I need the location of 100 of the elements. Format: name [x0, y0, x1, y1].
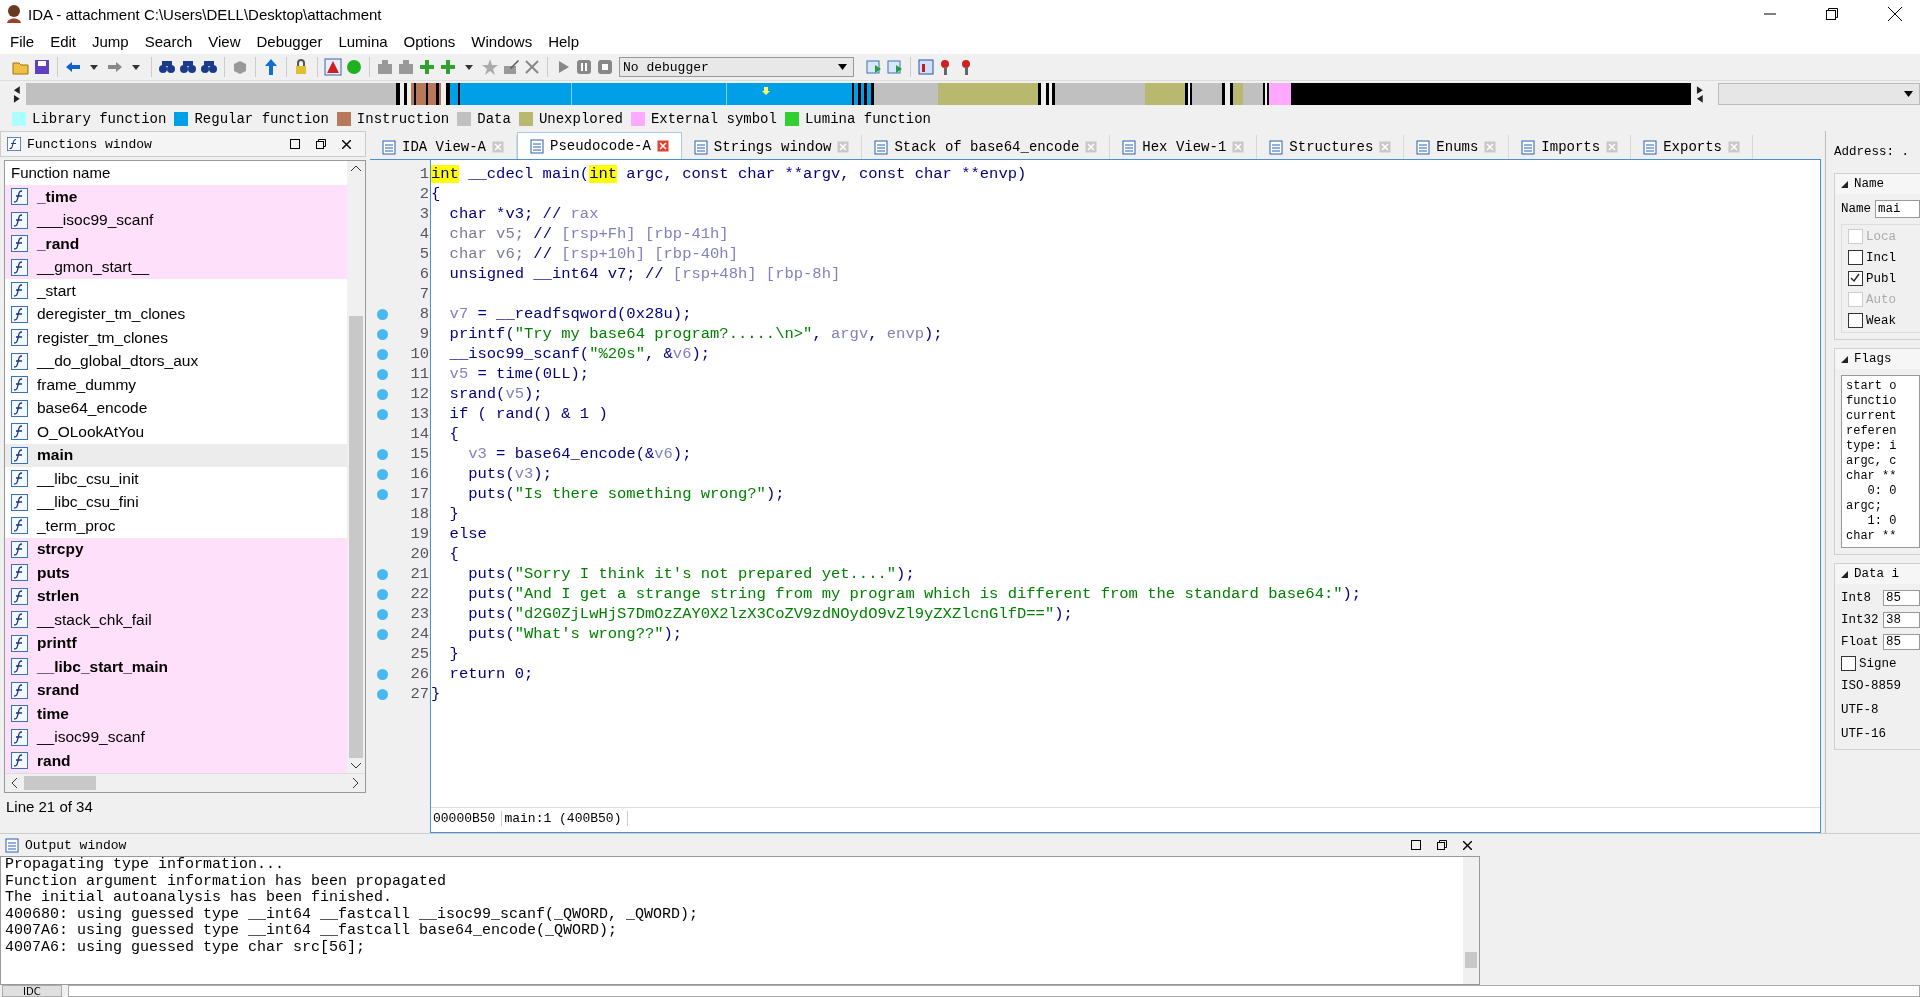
function-row[interactable]: _time	[5, 185, 347, 209]
breakpoint-dot[interactable]	[376, 348, 388, 360]
tab[interactable]: Pseudocode-A	[517, 132, 682, 159]
breakpoint-dot[interactable]	[376, 608, 388, 620]
function-row[interactable]: __stack_chk_fail	[5, 608, 347, 632]
scroll-right-icon[interactable]	[352, 778, 359, 788]
breakpoint-dot[interactable]	[376, 408, 388, 420]
breakpoint-dot[interactable]	[376, 568, 388, 580]
function-row[interactable]: time	[5, 702, 347, 726]
menu-item[interactable]: Edit	[42, 30, 85, 52]
menu-item[interactable]: Debugger	[248, 30, 331, 52]
function-row[interactable]: __do_global_dtors_aux	[5, 349, 347, 373]
collapse-icon[interactable]	[1841, 180, 1848, 188]
function-row[interactable]: __isoc99_scanf	[5, 725, 347, 749]
save-icon[interactable]	[33, 58, 51, 76]
scroll-down-icon[interactable]	[351, 762, 361, 769]
menu-item[interactable]: Jump	[84, 30, 137, 52]
navigation-band-drawing[interactable]	[25, 83, 1691, 105]
close-icon[interactable]	[1463, 840, 1472, 850]
close-icon[interactable]	[342, 139, 351, 149]
scrollbar-thumb[interactable]	[1465, 952, 1477, 968]
scroll-arrows-icon[interactable]	[12, 84, 22, 104]
function-row[interactable]: deregister_tm_clones	[5, 302, 347, 326]
stop-icon[interactable]	[596, 58, 614, 76]
function-row[interactable]: __libc_csu_fini	[5, 490, 347, 514]
breakpoint-dot[interactable]	[376, 588, 388, 600]
function-row[interactable]: register_tm_clones	[5, 326, 347, 350]
function-row[interactable]: __libc_csu_init	[5, 467, 347, 491]
menu-item[interactable]: File	[2, 30, 43, 52]
vertical-scrollbar[interactable]	[1463, 857, 1479, 984]
breakpoint-dot[interactable]	[376, 448, 388, 460]
pen-icon[interactable]	[502, 58, 520, 76]
function-row[interactable]: _start	[5, 279, 347, 303]
maximize-icon[interactable]	[1411, 840, 1421, 850]
restore-icon[interactable]	[1826, 8, 1838, 20]
function-row[interactable]: strcpy	[5, 537, 347, 561]
value-field[interactable]: 38	[1883, 612, 1920, 628]
function-row[interactable]: strlen	[5, 584, 347, 608]
column-header[interactable]: Function name	[5, 161, 347, 185]
collapse-icon[interactable]	[1841, 355, 1848, 363]
menu-item[interactable]: View	[200, 30, 249, 52]
menu-item[interactable]: Windows	[463, 30, 541, 52]
function-row[interactable]: printf	[5, 631, 347, 655]
function-row[interactable]: ___isoc99_scanf	[5, 208, 347, 232]
warning-icon[interactable]	[324, 58, 342, 76]
function-row[interactable]: srand	[5, 678, 347, 702]
vertical-scrollbar[interactable]	[347, 161, 365, 773]
scrollbar-thumb[interactable]	[24, 776, 96, 790]
language-button[interactable]: IDC	[2, 985, 62, 997]
value-field[interactable]: 85	[1883, 590, 1920, 606]
star-icon[interactable]	[481, 58, 499, 76]
function-row[interactable]: main	[5, 443, 347, 467]
breakpoint-dot[interactable]	[376, 328, 388, 340]
function-row[interactable]: base64_encode	[5, 396, 347, 420]
scrollbar-thumb[interactable]	[349, 316, 363, 758]
horizontal-scrollbar[interactable]	[5, 773, 365, 792]
maximize-icon[interactable]	[290, 139, 300, 149]
menu-item[interactable]: Lumina	[330, 30, 396, 52]
menu-item[interactable]: Search	[136, 30, 201, 52]
function-row[interactable]: rand	[5, 749, 347, 773]
checkbox[interactable]	[1841, 656, 1856, 671]
function-row[interactable]: __gmon_start__	[5, 255, 347, 279]
binoculars-icon[interactable]	[200, 58, 218, 76]
checkbox[interactable]	[1848, 271, 1863, 286]
scroll-arrows-icon[interactable]	[1694, 84, 1705, 104]
checkbox[interactable]	[1848, 250, 1863, 265]
up-arrow-icon[interactable]	[262, 58, 280, 76]
chart-icon[interactable]	[917, 58, 935, 76]
breakpoint-dot[interactable]	[376, 688, 388, 700]
breakpoint-dot[interactable]	[376, 468, 388, 480]
float-icon[interactable]	[316, 139, 326, 149]
menu-item[interactable]: Options	[395, 30, 464, 52]
checkbox[interactable]	[1848, 313, 1863, 328]
function-row[interactable]: O_OLookAtYou	[5, 420, 347, 444]
function-row[interactable]: _rand	[5, 232, 347, 256]
breakpoint-dot[interactable]	[376, 308, 388, 320]
breakpoint-dot[interactable]	[376, 628, 388, 640]
plus-icon[interactable]	[418, 58, 436, 76]
breakpoint-dot[interactable]	[376, 488, 388, 500]
binoculars-icon[interactable]	[158, 58, 176, 76]
flags-text-area[interactable]: start o functio current referen type: i argc, c char ** 0: 0 argc; 1: 0 char **	[1841, 375, 1920, 548]
breakpoint-dot[interactable]	[376, 668, 388, 680]
scroll-left-icon[interactable]	[11, 778, 18, 788]
function-row[interactable]: frame_dummy	[5, 373, 347, 397]
collapse-icon[interactable]	[1841, 570, 1848, 578]
value-field[interactable]: 85	[1883, 634, 1920, 650]
debugger-icon[interactable]	[865, 58, 883, 76]
float-icon[interactable]	[1437, 840, 1447, 850]
cross-icon[interactable]	[523, 58, 541, 76]
breakpoint-dot[interactable]	[376, 388, 388, 400]
function-row[interactable]: puts	[5, 561, 347, 585]
command-input[interactable]	[67, 985, 1920, 997]
function-row[interactable]: _term_proc	[5, 514, 347, 538]
debugger-dropdown[interactable]: No debugger	[619, 57, 854, 77]
name-field[interactable]: mai	[1875, 200, 1920, 218]
circle-icon[interactable]	[345, 58, 363, 76]
close-icon[interactable]	[1888, 7, 1902, 21]
pause-icon[interactable]	[575, 58, 593, 76]
menu-item[interactable]: Help	[540, 30, 587, 52]
function-row[interactable]: __libc_start_main	[5, 655, 347, 679]
